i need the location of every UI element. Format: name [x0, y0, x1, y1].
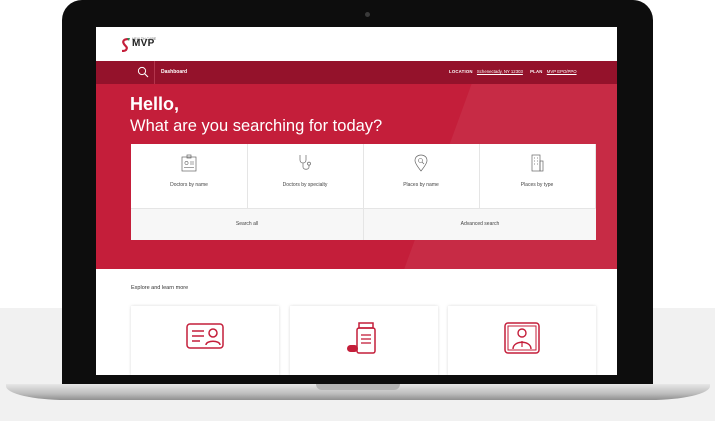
search-all-button[interactable]: Search all: [131, 209, 363, 240]
search-option-label: Doctors by specialty: [282, 182, 328, 188]
plan-label: PLAN: [530, 69, 543, 74]
nav-dashboard-link[interactable]: Dashboard: [161, 69, 187, 75]
location-value-link[interactable]: Schenectady, NY 12303: [477, 69, 523, 74]
laptop-base-notch: [316, 384, 400, 390]
explore-tile-member-card[interactable]: [131, 306, 279, 375]
advanced-search-button[interactable]: Advanced search: [363, 209, 596, 240]
location-label: LOCATION: [449, 69, 473, 74]
id-badge-icon: [181, 154, 197, 172]
search-option-places-by-name[interactable]: Places by name: [363, 144, 480, 208]
telehealth-icon: [504, 322, 540, 354]
explore-tile-telehealth[interactable]: [448, 306, 596, 375]
search-icon[interactable]: [137, 66, 149, 78]
search-option-label: Places by name: [403, 182, 439, 188]
hero-question: What are you searching for today?: [130, 117, 383, 135]
nav-bar: Dashboard LOCATION Schenectady, NY 12303…: [96, 61, 617, 84]
map-pin-icon: [414, 154, 428, 172]
top-bar: MVP HEALTH CARE: [96, 27, 617, 61]
search-actions-row: Search all Advanced search: [131, 208, 596, 240]
camera-icon: [365, 12, 370, 17]
search-option-doctors-by-specialty[interactable]: Doctors by specialty: [247, 144, 364, 208]
search-option-places-by-type[interactable]: Places by type: [479, 144, 596, 208]
stethoscope-icon: [299, 155, 311, 170]
search-option-label: Places by type: [520, 182, 554, 188]
hero-banner: Hello, What are you searching for today?…: [96, 84, 617, 269]
nav-location-plan: LOCATION Schenectady, NY 12303 PLAN MVP …: [449, 69, 583, 74]
plan-value-link[interactable]: MVP EPO/PPO: [547, 69, 577, 74]
logo-tagline: HEALTH CARE: [132, 37, 157, 41]
explore-heading: Explore and learn more: [131, 285, 189, 291]
explore-tile-pharmacy[interactable]: [290, 306, 438, 375]
app-screen: MVP HEALTH CARE Dashboard LOCATION Schen…: [96, 27, 617, 375]
search-option-doctors-by-name[interactable]: Doctors by name: [131, 144, 248, 208]
member-card-icon: [186, 323, 224, 349]
search-options-card: Doctors by name Doctors by specialty Pla…: [131, 144, 596, 240]
nav-divider: [154, 61, 155, 84]
building-icon: [531, 154, 544, 172]
search-option-label: Doctors by name: [170, 182, 208, 188]
pharmacy-icon: [347, 322, 376, 354]
hero-greeting: Hello,: [130, 94, 180, 114]
mvp-swoosh-icon: [121, 38, 130, 52]
